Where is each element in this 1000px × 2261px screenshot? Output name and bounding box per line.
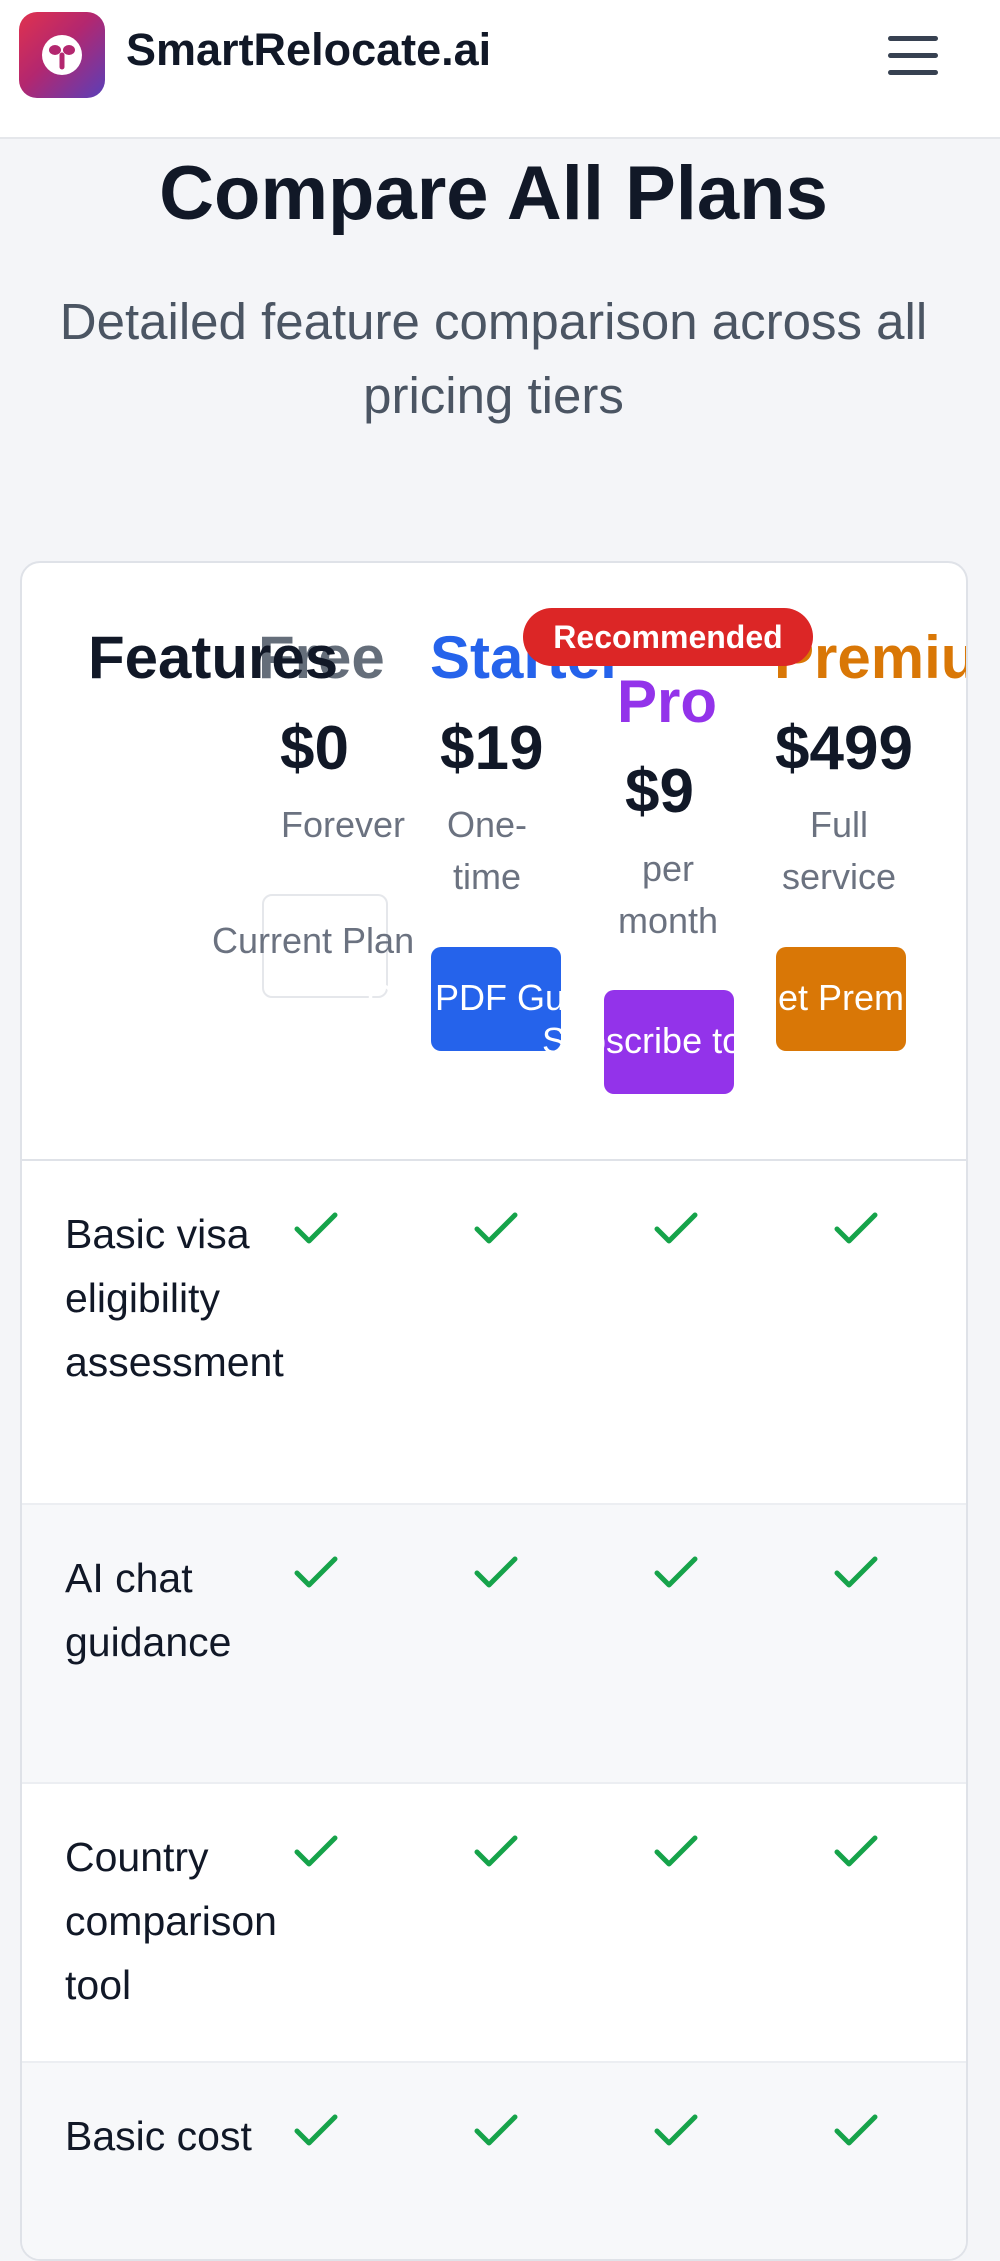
- check-icon: [834, 1212, 878, 1244]
- plan-period-premium: Full service: [781, 804, 897, 897]
- top-nav-bar: SmartRelocate.ai: [0, 0, 1000, 139]
- plan-name-pro: Pro: [617, 668, 718, 735]
- check-icon: [294, 1556, 338, 1588]
- check-icon: [474, 1835, 518, 1867]
- check-icon: [294, 2114, 338, 2146]
- plan-price-free: $0: [280, 714, 349, 783]
- hamburger-menu-icon[interactable]: [888, 33, 940, 77]
- plan-comparison-table: Features Free $0 Forever Current Plan St…: [20, 561, 968, 2261]
- table-row: Basic cost: [22, 2063, 966, 2259]
- check-icon: [654, 1212, 698, 1244]
- feature-label: Basic cost: [65, 2113, 252, 2159]
- get-premium-label: Get Premium: [750, 977, 963, 1018]
- plan-price-premium: $499: [775, 714, 913, 783]
- plan-price-starter: $19: [440, 714, 544, 783]
- get-pdf-guide-label: Get PDF Guide: [367, 977, 614, 1018]
- check-icon: [294, 1835, 338, 1867]
- recommended-badge: Recommended: [523, 608, 813, 666]
- check-icon: [654, 2114, 698, 2146]
- check-icon: [654, 1556, 698, 1588]
- features-header: Features: [88, 624, 339, 691]
- plan-period-starter: One-time: [446, 804, 528, 897]
- plan-price-pro: $9: [625, 757, 694, 826]
- check-icon: [834, 2114, 878, 2146]
- current-plan-label: Current Plan: [212, 920, 415, 961]
- plan-period-free: Forever: [280, 804, 406, 845]
- sprout-icon: [42, 35, 82, 75]
- brand-logo[interactable]: [19, 12, 105, 98]
- check-icon: [474, 1212, 518, 1244]
- subscribe-pro-label: Subscribe to Pro: [542, 1020, 809, 1061]
- feature-label: Country comparison tool: [65, 1834, 277, 2008]
- check-icon: [474, 2114, 518, 2146]
- table-row: AI chat guidance: [22, 1505, 966, 1784]
- feature-label: Basic visa eligibility assessment: [65, 1211, 284, 1385]
- check-icon: [834, 1835, 878, 1867]
- plan-period-pro: per month: [617, 848, 719, 941]
- feature-label: AI chat guidance: [65, 1555, 232, 1665]
- check-icon: [474, 1556, 518, 1588]
- brand-name[interactable]: SmartRelocate.ai: [126, 24, 491, 76]
- page-subtitle: Detailed feature comparison across all p…: [59, 293, 928, 424]
- page-title: Compare All Plans: [159, 151, 828, 236]
- table-row: Basic visa eligibility assessment: [22, 1161, 966, 1505]
- check-icon: [834, 1556, 878, 1588]
- table-row: Country comparison tool: [22, 1784, 966, 2063]
- check-icon: [294, 1212, 338, 1244]
- check-icon: [654, 1835, 698, 1867]
